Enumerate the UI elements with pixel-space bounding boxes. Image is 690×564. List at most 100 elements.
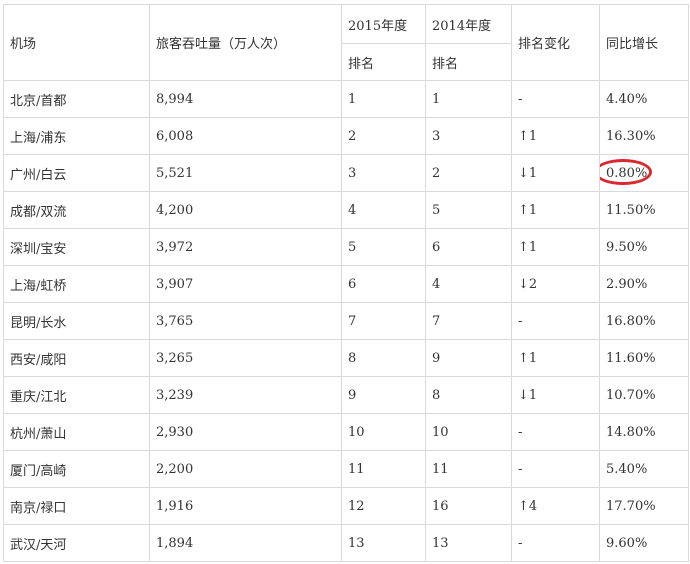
header-rank-change: 排名变化: [511, 4, 600, 81]
table-row: 重庆/江北 3,239 9 8 ↓1 10.70%: [3, 376, 689, 414]
cell-rank-2015: 7: [341, 302, 426, 340]
table-row: 武汉/天河 1,894 13 13-9.60%: [3, 524, 689, 562]
cell-rank-2015: 10: [341, 413, 426, 451]
cell-airport: 上海/浦东: [3, 117, 150, 155]
cell-airport: 重庆/江北: [3, 376, 150, 414]
cell-rank-2015: 11: [341, 450, 426, 488]
cell-rank-2014: 8: [425, 376, 512, 414]
cell-rank-2014: 10: [425, 413, 512, 451]
cell-throughput: 3,265: [149, 339, 342, 377]
growth-value: 0.80%: [606, 165, 648, 181]
header-airport: 机场: [3, 4, 150, 81]
cell-airport: 厦门/高崎: [3, 450, 150, 488]
cell-rank-2014: 13: [425, 524, 512, 562]
cell-rank-2015: 8: [341, 339, 426, 377]
cell-rank-change: -: [511, 413, 600, 451]
cell-rank-change: ↓1: [511, 154, 600, 192]
table-row: 成都/双流 4,200 4 5 ↑1 11.50%: [3, 191, 689, 229]
cell-rank-change: ↓2: [511, 265, 600, 303]
cell-rank-change: ↓1: [511, 376, 600, 414]
cell-rank-change: ↑1: [511, 228, 600, 266]
cell-rank-2015: 5: [341, 228, 426, 266]
cell-airport: 昆明/长水: [3, 302, 150, 340]
cell-throughput: 1,894: [149, 524, 342, 562]
table-row: 广州/白云 5,521 3 2 ↓1 0.80%: [3, 154, 689, 192]
header-year-2015: 2015年度: [341, 4, 426, 44]
cell-throughput: 5,521: [149, 154, 342, 192]
cell-rank-2014: 11: [425, 450, 512, 488]
cell-rank-2014: 1: [425, 80, 512, 118]
header-growth: 同比增长: [599, 4, 689, 81]
cell-rank-change: -: [511, 302, 600, 340]
table-row: 上海/虹桥 3,907 6 4 ↓2 2.90%: [3, 265, 689, 303]
cell-rank-change: ↑1: [511, 191, 600, 229]
cell-rank-2014: 6: [425, 228, 512, 266]
table-body: 北京/首都 8,994 1 1-4.40% 上海/浦东 6,008 2 3 ↑1 16.30% 广州…: [3, 80, 689, 562]
cell-rank-change: ↑1: [511, 117, 600, 155]
cell-rank-2015: 12: [341, 487, 426, 525]
table-row: 厦门/高崎 2,200 11 11-5.40%: [3, 450, 689, 488]
cell-rank-2015: 4: [341, 191, 426, 229]
table-row: 杭州/萧山 2,930 10 10-14.80%: [3, 413, 689, 451]
cell-growth: 2.90%: [599, 265, 689, 303]
table-row: 北京/首都 8,994 1 1-4.40%: [3, 80, 689, 118]
cell-airport: 杭州/萧山: [3, 413, 150, 451]
table-row: 上海/浦东 6,008 2 3 ↑1 16.30%: [3, 117, 689, 155]
header-rank-2015: 排名: [341, 43, 426, 81]
cell-rank-2015: 2: [341, 117, 426, 155]
cell-rank-2015: 3: [341, 154, 426, 192]
cell-growth: 10.70%: [599, 376, 689, 414]
cell-airport: 北京/首都: [3, 80, 150, 118]
cell-growth: 0.80%: [599, 154, 689, 192]
cell-airport: 成都/双流: [3, 191, 150, 229]
header-rank-2014: 排名: [425, 43, 512, 81]
cell-growth: 16.30%: [599, 117, 689, 155]
cell-airport: 西安/咸阳: [3, 339, 150, 377]
cell-airport: 上海/虹桥: [3, 265, 150, 303]
cell-growth: 5.40%: [599, 450, 689, 488]
cell-growth: 17.70%: [599, 487, 689, 525]
table-row: 南京/禄口 1,916 12 16 ↑4 17.70%: [3, 487, 689, 525]
header-throughput: 旅客吞吐量（万人次）: [149, 4, 342, 81]
cell-throughput: 2,200: [149, 450, 342, 488]
cell-rank-2015: 6: [341, 265, 426, 303]
cell-growth: 16.80%: [599, 302, 689, 340]
cell-rank-2014: 9: [425, 339, 512, 377]
cell-growth: 9.60%: [599, 524, 689, 562]
cell-rank-2014: 4: [425, 265, 512, 303]
cell-rank-2015: 9: [341, 376, 426, 414]
cell-airport: 南京/禄口: [3, 487, 150, 525]
cell-growth: 11.50%: [599, 191, 689, 229]
header-year-2014: 2014年度: [425, 4, 512, 44]
cell-rank-2015: 1: [341, 80, 426, 118]
table-header: 机场 旅客吞吐量（万人次） 2015年度 2014年度 排名变化 同比增长 排名…: [3, 4, 689, 81]
cell-rank-2014: 7: [425, 302, 512, 340]
header-row: 机场 旅客吞吐量（万人次） 2015年度 2014年度 排名变化 同比增长: [3, 4, 689, 81]
cell-growth: 11.60%: [599, 339, 689, 377]
cell-throughput: 4,200: [149, 191, 342, 229]
cell-throughput: 3,972: [149, 228, 342, 266]
table-row: 深圳/宝安 3,972 5 6 ↑1 9.50%: [3, 228, 689, 266]
cell-rank-2014: 16: [425, 487, 512, 525]
cell-airport: 武汉/天河: [3, 524, 150, 562]
table-row: 昆明/长水 3,765 7 7-16.80%: [3, 302, 689, 340]
airport-ranking-table: 机场 旅客吞吐量（万人次） 2015年度 2014年度 排名变化 同比增长 排名…: [3, 4, 689, 562]
cell-rank-change: ↑1: [511, 339, 600, 377]
cell-growth: 4.40%: [599, 80, 689, 118]
cell-rank-change: -: [511, 80, 600, 118]
cell-throughput: 8,994: [149, 80, 342, 118]
cell-throughput: 3,907: [149, 265, 342, 303]
cell-throughput: 6,008: [149, 117, 342, 155]
cell-rank-change: -: [511, 450, 600, 488]
cell-throughput: 3,239: [149, 376, 342, 414]
cell-rank-2015: 13: [341, 524, 426, 562]
table-row: 西安/咸阳 3,265 8 9 ↑1 11.60%: [3, 339, 689, 377]
cell-rank-2014: 2: [425, 154, 512, 192]
cell-growth: 9.50%: [599, 228, 689, 266]
cell-airport: 深圳/宝安: [3, 228, 150, 266]
cell-rank-change: -: [511, 524, 600, 562]
cell-throughput: 2,930: [149, 413, 342, 451]
cell-rank-2014: 3: [425, 117, 512, 155]
cell-rank-2014: 5: [425, 191, 512, 229]
cell-growth: 14.80%: [599, 413, 689, 451]
